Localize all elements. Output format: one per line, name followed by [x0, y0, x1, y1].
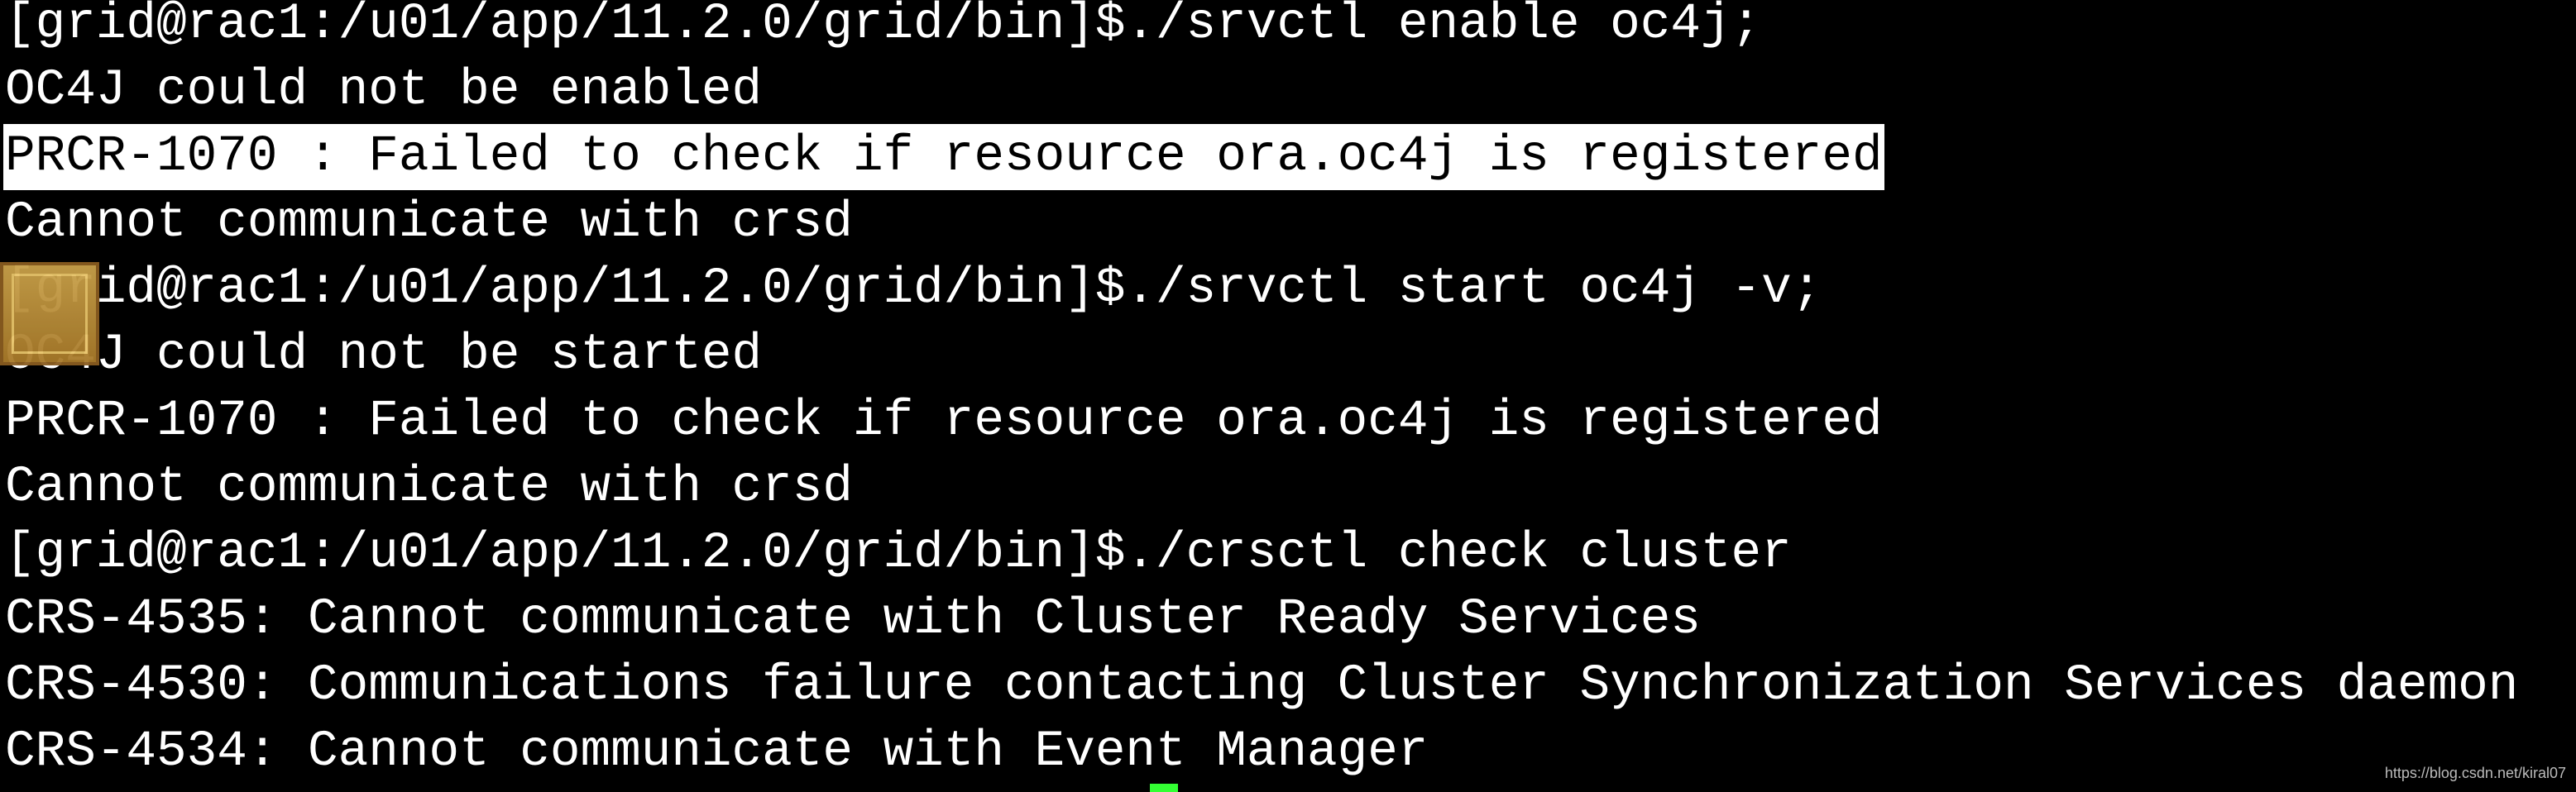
terminal-line: [grid@rac1:/u01/app/11.2.0/grid/bin]$./s…: [5, 0, 1762, 53]
terminal-cursor: [1150, 784, 1178, 792]
terminal-line: [grid@rac1:/u01/app/11.2.0/grid/bin]$./c…: [5, 525, 1792, 582]
terminal-line: [grid@rac1:/u01/app/11.2.0/grid/bin]$./s…: [5, 260, 1822, 317]
terminal-line: Cannot communicate with crsd: [5, 194, 853, 251]
terminal-line: OC4J could not be enabled: [5, 62, 763, 119]
terminal-line: CRS-4534: Cannot communicate with Event …: [5, 723, 1429, 780]
terminal-line: PRCR-1070 : Failed to check if resource …: [5, 393, 1883, 450]
terminal-line: CRS-4530: Communications failure contact…: [5, 657, 2519, 714]
terminal-line: Cannot communicate with crsd: [5, 459, 853, 516]
terminal-output[interactable]: [grid@rac1:/u01/app/11.2.0/grid/bin]$./s…: [0, 0, 2576, 785]
terminal-line: CRS-4535: Cannot communicate with Cluste…: [5, 591, 1701, 648]
terminal-line-highlighted: PRCR-1070 : Failed to check if resource …: [3, 124, 1884, 190]
watermark: https://blog.csdn.net/kiral07: [2384, 765, 2566, 781]
app-icon[interactable]: [0, 262, 99, 365]
app-icon-frame: [12, 274, 88, 354]
terminal-line: OC4J could not be started: [5, 327, 763, 384]
